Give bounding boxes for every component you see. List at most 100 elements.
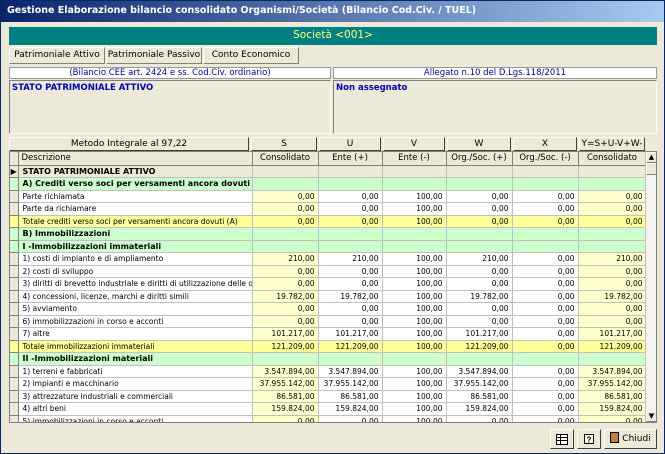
cell-value[interactable]: 101.217,00	[318, 327, 383, 341]
cell-value[interactable]: 159.824,00	[252, 402, 319, 416]
row-indicator[interactable]	[10, 365, 19, 378]
table-row[interactable]: Parte da richiamare 0,00 0,00 100,00 0,00 0,0…	[10, 202, 647, 216]
cell-value[interactable]: 0,00	[512, 402, 579, 416]
row-indicator[interactable]	[10, 302, 19, 316]
cell-value[interactable]	[578, 240, 647, 253]
row-indicator[interactable]	[10, 177, 19, 191]
cell-value[interactable]: 3.547.894,00	[578, 365, 647, 378]
table-row[interactable]: Parte richiamata 0,00 0,00 100,00 0,00 0,00 0,…	[10, 190, 647, 203]
cell-value[interactable]: 0,00	[318, 302, 383, 316]
cell-value[interactable]	[382, 177, 447, 191]
scroll-thumb[interactable]	[646, 163, 656, 175]
cell-value[interactable]: 100,00	[382, 252, 447, 266]
cell-value[interactable]: 100,00	[382, 377, 447, 391]
cell-value[interactable]: 100,00	[382, 302, 447, 316]
cell-value[interactable]: 0,00	[578, 415, 647, 422]
cell-value[interactable]: 0,00	[446, 302, 513, 316]
cell-value[interactable]: 100,00	[382, 290, 447, 303]
cell-value[interactable]: 0,00	[318, 202, 383, 216]
cell-value[interactable]: 3.547.894,00	[318, 365, 383, 378]
scroll-up-icon[interactable]: ▲	[646, 152, 656, 163]
table-row[interactable]: Totale immobilizzazioni immateriali 121.2…	[10, 340, 647, 353]
cell-value[interactable]: 0,00	[446, 277, 513, 291]
row-indicator[interactable]	[10, 277, 19, 291]
cell-value[interactable]: 100,00	[382, 315, 447, 328]
cell-value[interactable]: 0,00	[512, 190, 579, 203]
cell-value[interactable]: 100,00	[382, 340, 447, 353]
table-row[interactable]: I -Immobilizzazioni immateriali	[10, 240, 647, 253]
cell-value[interactable]	[578, 227, 647, 241]
cell-value[interactable]: 0,00	[512, 315, 579, 328]
cell-value[interactable]: 101.217,00	[578, 327, 647, 341]
cell-value[interactable]: 86.581,00	[578, 390, 647, 403]
row-indicator[interactable]	[10, 227, 19, 241]
header-orgsoc-plus[interactable]: Org./Soc. (+)	[446, 152, 513, 166]
cell-value[interactable]: 0,00	[512, 277, 579, 291]
table-row[interactable]: 4) concessioni, licenze, marchi e diritt…	[10, 290, 647, 303]
cell-value[interactable]: 210,00	[318, 252, 383, 266]
cell-value[interactable]: 0,00	[512, 390, 579, 403]
row-indicator[interactable]	[10, 265, 19, 278]
help-button[interactable]: ?	[577, 429, 601, 449]
cell-value[interactable]: 0,00	[512, 327, 579, 341]
header-consolidato-y[interactable]: Consolidato	[578, 152, 647, 166]
cell-value[interactable]: 121.209,00	[252, 340, 319, 353]
cell-value[interactable]: 0,00	[578, 265, 647, 278]
cell-value[interactable]: 0,00	[512, 302, 579, 316]
cell-value[interactable]: 100,00	[382, 415, 447, 422]
cell-value[interactable]: 0,00	[512, 252, 579, 266]
cell-value[interactable]: 37.955.142,00	[318, 377, 383, 391]
cell-value[interactable]: 159.824,00	[578, 402, 647, 416]
table-row[interactable]: 7) altre 101.217,00 101.217,00 100,00 101.21…	[10, 327, 647, 341]
cell-value[interactable]: 100,00	[382, 265, 447, 278]
scroll-down-icon[interactable]: ▼	[646, 411, 656, 422]
cell-value[interactable]: 121.209,00	[318, 340, 383, 353]
cell-value[interactable]: 0,00	[578, 302, 647, 316]
row-indicator[interactable]	[10, 215, 19, 228]
cell-value[interactable]	[252, 165, 319, 178]
table-row[interactable]: 3) attrezzature industriali e commercial…	[10, 390, 647, 403]
cell-value[interactable]	[252, 177, 319, 191]
cell-value[interactable]: 0,00	[252, 202, 319, 216]
cell-value[interactable]: 0,00	[318, 277, 383, 291]
cell-value[interactable]: 0,00	[318, 315, 383, 328]
row-indicator[interactable]	[10, 240, 19, 253]
cell-value[interactable]	[318, 227, 383, 241]
cell-value[interactable]: 100,00	[382, 390, 447, 403]
cell-value[interactable]	[446, 165, 513, 178]
cell-value[interactable]	[318, 177, 383, 191]
cell-value[interactable]: 0,00	[252, 415, 319, 422]
cell-value[interactable]: 19.782,00	[446, 290, 513, 303]
cell-value[interactable]	[382, 240, 447, 253]
header-ente-minus[interactable]: Ente (-)	[382, 152, 447, 166]
cell-value[interactable]	[446, 240, 513, 253]
cell-value[interactable]: 0,00	[512, 290, 579, 303]
cell-value[interactable]: 86.581,00	[252, 390, 319, 403]
table-row[interactable]: 2) costi di sviluppo 0,00 0,00 100,00 0,00 0,…	[10, 265, 647, 278]
cell-value[interactable]: 100,00	[382, 365, 447, 378]
cell-value[interactable]: 100,00	[382, 327, 447, 341]
header-descrizione[interactable]: Descrizione	[18, 152, 253, 166]
tab-patrimoniale-attivo[interactable]: Patrimoniale Attivo	[9, 47, 105, 64]
cell-value[interactable]: 0,00	[512, 415, 579, 422]
row-indicator[interactable]	[10, 315, 19, 328]
row-indicator[interactable]	[10, 252, 19, 266]
cell-value[interactable]: 121.209,00	[578, 340, 647, 353]
cell-value[interactable]: 0,00	[446, 315, 513, 328]
cell-value[interactable]	[252, 240, 319, 253]
vertical-scrollbar[interactable]: ▲ ▼	[645, 152, 656, 422]
balance-grid[interactable]: Descrizione Consolidato Ente (+) Ente (-…	[9, 151, 657, 423]
cell-value[interactable]: 19.782,00	[578, 290, 647, 303]
row-indicator[interactable]	[10, 415, 19, 422]
table-row[interactable]: II -Immobilizzazioni materiali	[10, 352, 647, 366]
tab-patrimoniale-passivo[interactable]: Patrimoniale Passivo	[106, 47, 202, 64]
cell-value[interactable]: 0,00	[446, 202, 513, 216]
cell-value[interactable]: 0,00	[446, 215, 513, 228]
cell-value[interactable]: 3.547.894,00	[252, 365, 319, 378]
grid-view-button[interactable]	[550, 429, 574, 449]
header-consolidato-s[interactable]: Consolidato	[252, 152, 319, 166]
cell-value[interactable]: 86.581,00	[446, 390, 513, 403]
cell-value[interactable]: 159.824,00	[446, 402, 513, 416]
cell-value[interactable]	[382, 352, 447, 366]
row-indicator[interactable]: ▶	[10, 165, 19, 178]
